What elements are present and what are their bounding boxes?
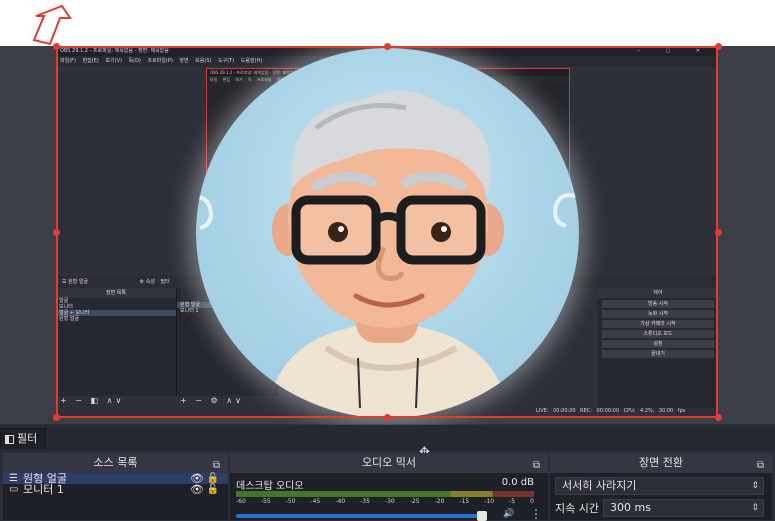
- popout-icon[interactable]: ⧉: [757, 456, 764, 476]
- meter-tick-label: 0: [530, 498, 534, 505]
- captured-controls-dock: 제어 방송 시작 녹화 시작 가상 카메라 시작 스튜디오 모드 설정 끝내기: [598, 288, 718, 408]
- transition-select[interactable]: 서서히 사라지기 ⇕: [555, 477, 764, 495]
- resize-handle-top[interactable]: [384, 43, 391, 50]
- filter-tab-label: 필터: [17, 432, 38, 445]
- captured-scene-toolbar-icons: + − ◧ ∧∨: [60, 396, 125, 405]
- list-icon: ☰: [9, 473, 18, 484]
- filter-tab[interactable]: 필터: [0, 428, 47, 449]
- captured-control-button: 끝내기: [602, 350, 714, 358]
- lock-icon[interactable]: 🔓: [207, 484, 219, 495]
- captured-filters-label: 필터: [160, 279, 170, 285]
- meter-tick-label: -10: [484, 498, 495, 505]
- captured-props-label: 속성: [145, 279, 155, 285]
- circular-face-source[interactable]: [196, 48, 579, 418]
- meter-tick-label: -15: [459, 498, 470, 505]
- volume-slider[interactable]: [236, 514, 483, 518]
- source-item-label: 모니터 1: [23, 483, 64, 496]
- sources-dock: 소스 목록 ⧉ ☰ 원형 얼굴 👁 🔓 ▭ 모니터 1 👁 🔓: [3, 453, 228, 520]
- captured-source-toolbar-icons: + − ⚙ ∧∨: [180, 396, 244, 405]
- source-item-monitor[interactable]: ▭ 모니터 1 👁 🔓: [3, 484, 228, 495]
- transition-selected: 서서히 사라지기: [562, 479, 637, 492]
- transitions-dock-header: 장면 전환 ⧉: [550, 453, 772, 473]
- meter-tick-label: -30: [384, 498, 395, 505]
- resize-handle-top-right[interactable]: [715, 43, 722, 50]
- sources-dock-title: 소스 목록: [93, 456, 138, 469]
- captured-scenes-dock: 장면 목록 얼굴 모니터 얼굴 + 모니터 원형 얼굴: [56, 288, 177, 396]
- captured-toolbar-label: 원형 얼굴: [68, 279, 89, 285]
- resize-handle-bottom[interactable]: [384, 414, 391, 421]
- meter-tick-label: -5: [509, 498, 516, 505]
- transitions-dock: 장면 전환 ⧉ 서서히 사라지기 ⇕ 지속 시간 300 ms ⇕: [550, 453, 772, 520]
- transitions-dock-title: 장면 전환: [639, 456, 683, 469]
- captured-control-button: 가상 카메라 시작: [602, 320, 714, 328]
- audio-mixer-dock: 오디오 믹서 ⧉ 데스크탑 오디오 0.0 dB -60 -55 -50 -45 -40…: [230, 453, 548, 521]
- captured-window-buttons: – ▢ ✕: [637, 48, 712, 54]
- meter-tick-label: -20: [434, 498, 445, 505]
- meter-ticks: -60 -55 -50 -45 -40 -35 -30 -25 -20 -15 -10 -5 0: [236, 497, 534, 506]
- resize-handle-top-left[interactable]: [53, 43, 60, 50]
- mixer-dock-header: 오디오 믹서 ⧉: [230, 453, 548, 473]
- lock-icon[interactable]: 🔓: [207, 473, 219, 484]
- monitor-icon: ▭: [9, 484, 19, 495]
- meter-tick-label: -50: [285, 498, 296, 505]
- filter-icon: [5, 434, 14, 444]
- captured-status-bar: LIVE: 00:00:00 REC: 00:00:00 CPU: 4.2%, …: [536, 408, 686, 414]
- meter-tick-label: -60: [236, 498, 246, 505]
- duration-input[interactable]: 300 ms ⇕: [602, 499, 764, 517]
- chevron-updown-icon: ⇕: [751, 481, 759, 491]
- captured-list-icon: ☰: [62, 279, 67, 285]
- captured-gear-icon: ⚙: [139, 279, 145, 285]
- captured-control-button: 방송 시작: [602, 300, 714, 308]
- meter-tick-label: -25: [409, 498, 420, 505]
- more-options-icon[interactable]: ⋮: [530, 507, 542, 521]
- mixer-level: 0.0 dB: [501, 477, 534, 488]
- captured-control-button: 녹화 시작: [602, 310, 714, 318]
- duration-row: 지속 시간 300 ms ⇕: [555, 499, 764, 517]
- captured-control-button: 설정: [602, 340, 714, 348]
- captured-control-button: 스튜디오 모드: [602, 330, 714, 338]
- volume-meter: [236, 491, 534, 497]
- meter-tick-label: -40: [335, 498, 346, 505]
- duration-label: 지속 시간: [555, 502, 599, 515]
- mixer-dock-title: 오디오 믹서: [361, 456, 417, 469]
- captured-title: OBS 29.1.2 - 프로파일: 제목없음 - 장면: 제목없음: [60, 48, 169, 54]
- filter-tab-bar: 필터: [0, 425, 775, 451]
- mixer-channel-row: 데스크탑 오디오 0.0 dB: [230, 473, 548, 492]
- avatar-illustration: [196, 90, 577, 418]
- duration-value: 300 ms: [609, 501, 651, 514]
- meter-tick-label: -55: [260, 498, 271, 505]
- speaker-icon[interactable]: 🔊: [503, 509, 514, 519]
- meter-tick-label: -35: [360, 498, 370, 505]
- resize-handle-right[interactable]: [715, 229, 722, 236]
- resize-handle-left[interactable]: [53, 229, 60, 236]
- resize-handle-bottom-left[interactable]: [53, 414, 60, 421]
- captured-controls-header: 제어: [598, 288, 718, 298]
- captured-scene-row: 원형 얼굴: [59, 316, 79, 322]
- sources-dock-header: 소스 목록 ⧉: [3, 453, 228, 473]
- arrow-annotation-icon: [32, 4, 72, 46]
- resize-handle-bottom-right[interactable]: [715, 414, 722, 421]
- meter-tick-label: -45: [310, 498, 321, 505]
- captured-scenes-header: 장면 목록: [56, 288, 176, 298]
- spinner-icon[interactable]: ⇕: [751, 500, 759, 516]
- top-white-strip: [0, 0, 775, 46]
- eye-icon[interactable]: 👁: [190, 484, 204, 495]
